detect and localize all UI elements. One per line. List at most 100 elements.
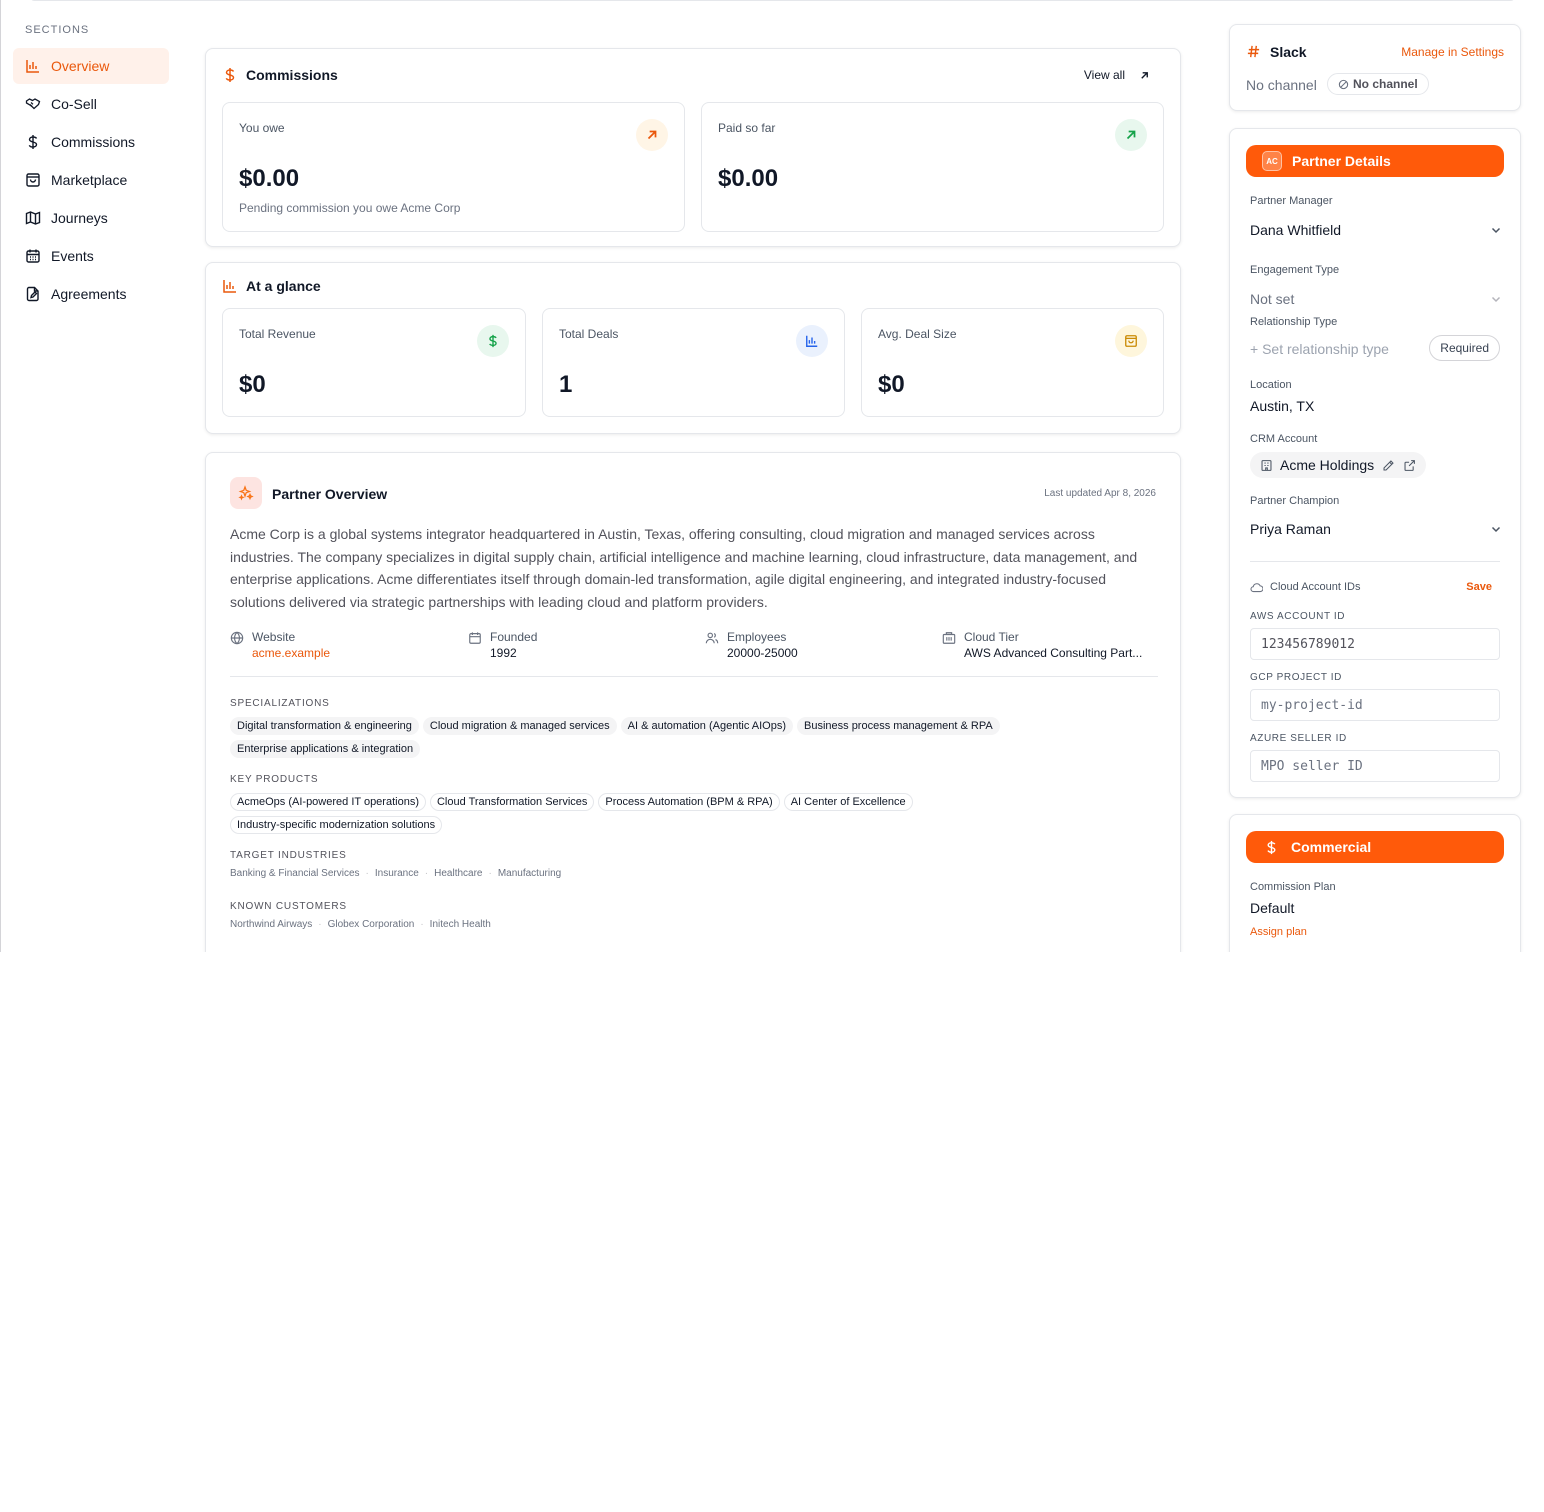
fact-employees: Employees 20000-25000 [705,630,798,660]
shopping-bag-icon [26,173,40,187]
industry-item: Banking & Financial Services [230,868,360,879]
calendar-icon [469,632,481,644]
customer-item: Northwind Airways [230,919,313,930]
bar-chart-icon [223,280,236,293]
target-industries-label: TARGET INDUSTRIES [230,850,347,861]
customer-item: Globex Corporation [327,919,415,930]
product-chip: Cloud Transformation Services [429,793,595,811]
manage-in-settings-link[interactable]: Manage in Settings [1401,45,1504,59]
crm-account-chip: Acme Holdings [1250,452,1427,478]
partner-details-title: Partner Details [1292,153,1391,169]
dollar-icon [1267,840,1276,854]
sidebar-item-agreements[interactable]: Agreements [13,276,169,312]
view-all-label: View all [1083,68,1125,82]
at-a-glance-card: At a glance Total Revenue $0 Total Deals… [205,262,1181,434]
sidebar-item-events[interactable]: Events [13,238,169,274]
commercial-header: Commercial [1246,831,1504,863]
shopping-bag-icon [1125,335,1137,347]
pencil-icon[interactable] [1382,459,1395,472]
crm-account-value: Acme Holdings [1280,457,1375,473]
industry-item: Healthcare [434,868,483,879]
specialization-chip: Digital transformation & engineering [230,717,419,735]
divider [1250,561,1500,562]
no-channel-badge-label: No channel [1353,77,1418,91]
bar-chart-icon [806,335,818,347]
sidebar-item-label: Overview [51,58,110,74]
website-link[interactable]: acme.example [252,646,330,660]
engagement-type-value: Not set [1250,291,1295,307]
deals-icon-badge [796,325,828,357]
app-viewport: SECTIONS Overview Co-Sell Commissions Ma… [0,0,1544,952]
partner-manager-label: Partner Manager [1250,195,1333,207]
specialization-chip: Enterprise applications & integration [230,740,421,758]
required-badge: Required [1429,335,1500,361]
specialization-chip: Business process management & RPA [797,717,1000,735]
sidebar-item-label: Commissions [51,134,136,150]
relationship-type-label: Relationship Type [1250,316,1338,328]
sidebar-item-marketplace[interactable]: Marketplace [13,162,169,198]
partner-overview-card: Partner Overview Last updated Apr 8, 202… [205,452,1181,952]
divider [230,676,1158,677]
at-a-glance-title: At a glance [246,278,321,294]
partner-champion-label: Partner Champion [1250,495,1340,507]
external-link-icon[interactable] [1403,459,1416,472]
partner-manager-select[interactable]: Dana Whitfield [1250,217,1502,243]
key-products-list: AcmeOps (AI-powered IT operations) Cloud … [230,792,1158,838]
specializations-section: SPECIALIZATIONS Digital transformation &… [230,698,1158,762]
total-revenue-value: $0 [239,371,266,398]
key-products-section: KEY PRODUCTS AcmeOps (AI-powered IT oper… [230,774,1158,838]
cloud-account-ids-label: Cloud Account IDs [1270,581,1361,593]
chevron-down-icon [1491,296,1501,303]
paid-so-far-value: $0.00 [718,165,779,192]
sidebar-item-commissions[interactable]: Commissions [13,124,169,160]
sparkles-icon-badge [230,477,262,509]
slack-title: Slack [1270,44,1307,60]
partner-champion-select[interactable]: Priya Raman [1250,516,1502,542]
gcp-project-id-label: GCP PROJECT ID [1250,672,1342,683]
users-icon [705,632,719,644]
sidebar-item-co-sell[interactable]: Co-Sell [13,86,169,122]
commission-plan-label: Commission Plan [1250,881,1336,893]
view-all-link[interactable]: View all [1084,68,1150,82]
calendar-icon [26,249,40,263]
employees-label: Employees [727,630,787,644]
save-button[interactable]: Save [1466,581,1492,593]
paid-icon-badge [1115,119,1147,151]
arrow-up-right-icon [1126,130,1136,140]
total-revenue-label: Total Revenue [239,327,316,341]
assign-plan-link[interactable]: Assign plan [1250,926,1307,938]
sparkles-icon [238,485,254,501]
website-label: Website [252,630,296,644]
partner-champion-value: Priya Raman [1250,521,1331,537]
crm-account-label: CRM Account [1250,433,1318,445]
sidebar-item-overview[interactable]: Overview [13,48,169,84]
customer-item: Initech Health [429,919,491,930]
total-deals-stat: Total Deals 1 [542,308,845,417]
specialization-chip: AI & automation (Agentic AIOps) [620,717,793,735]
target-industries-section: TARGET INDUSTRIES Banking & Financial Se… [230,850,1158,879]
avg-deal-size-stat: Avg. Deal Size $0 [861,308,1164,417]
cloud-icon [1250,583,1263,593]
you-owe-value: $0.00 [239,165,300,192]
sidebar-item-journeys[interactable]: Journeys [13,200,169,236]
location-label: Location [1250,379,1292,391]
avg-deal-size-value: $0 [878,371,905,398]
set-relationship-type-button[interactable]: + Set relationship type [1250,341,1389,357]
fact-founded: Founded 1992 [468,630,537,660]
azure-seller-id-input[interactable]: MPO seller ID [1250,750,1500,782]
specialization-chip: Cloud migration & managed services [422,717,617,735]
specializations-list: Digital transformation & engineering Clou… [230,716,1158,762]
no-channel-badge: No channel [1327,73,1429,95]
dollar-icon [225,68,235,82]
aws-account-id-input[interactable]: 123456789012 [1250,628,1500,660]
fact-website: Website acme.example [230,630,330,660]
revenue-icon-badge [477,325,509,357]
engagement-type-select[interactable]: Not set [1250,286,1502,310]
dollar-icon [489,334,497,348]
commission-plan-value: Default [1250,900,1295,916]
gcp-project-id-input[interactable]: my-project-id [1250,689,1500,721]
industry-item: Insurance [374,868,419,879]
partner-manager-value: Dana Whitfield [1250,222,1342,238]
commissions-title: Commissions [246,67,338,83]
commercial-card: Commercial Commission Plan Default Assig… [1229,814,1521,952]
